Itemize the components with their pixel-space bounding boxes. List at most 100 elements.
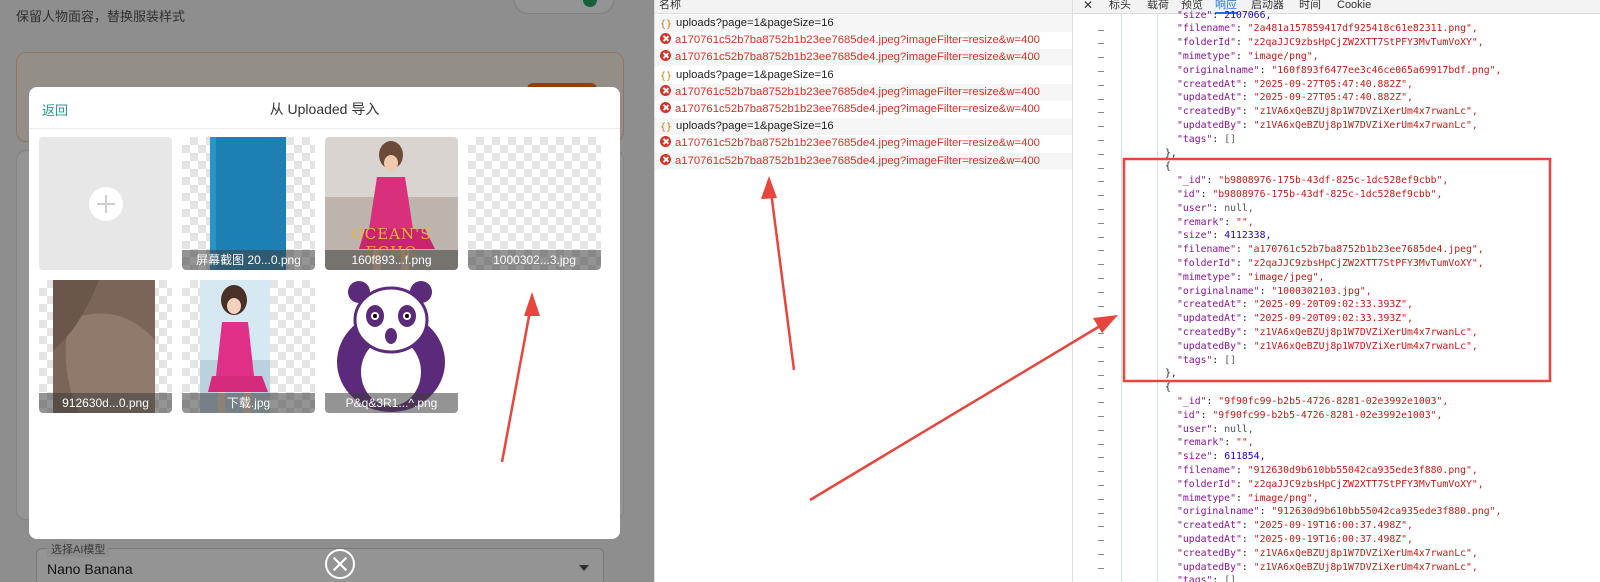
network-row-name: a170761c52b7ba8752b1b23ee7685de4.jpeg?im…: [675, 85, 1040, 98]
json-line: "updatedBy": "z1VA6xQeBZUj8p1W7DVZiXerUm…: [1177, 340, 1478, 352]
json-line: "createdBy": "z1VA6xQeBZUj8p1W7DVZiXerUm…: [1177, 106, 1478, 118]
json-line: "createdBy": "z1VA6xQeBZUj8p1W7DVZiXerUm…: [1177, 326, 1478, 338]
gutter-marker: [1098, 153, 1104, 155]
gutter-marker: [1098, 264, 1104, 266]
network-row-name: a170761c52b7ba8752b1b23ee7685de4.jpeg?im…: [675, 154, 1040, 167]
network-row-name: a170761c52b7ba8752b1b23ee7685de4.jpeg?im…: [675, 51, 1040, 64]
tab-cookie[interactable]: Cookie: [1337, 0, 1371, 11]
json-line: "_id": "9f90fc99-b2b5-4726-8281-02e3992e…: [1177, 395, 1449, 407]
thumbnail-caption: 屏幕截图 20...0.png: [182, 250, 315, 270]
thumbnail-caption: P&q&3R1...^.png: [325, 393, 458, 413]
close-modal-icon[interactable]: [325, 549, 355, 579]
app-pane: 保留人物面容，替换服装样式 选择AI模型 Nano Banana 从 Uploa…: [0, 0, 654, 582]
error-icon: [660, 50, 671, 62]
gutter-marker: [1098, 540, 1104, 542]
thumbnail-caption: 912630d...0.png: [39, 393, 172, 413]
network-row[interactable]: a170761c52b7ba8752b1b23ee7685de4.jpeg?im…: [655, 135, 1072, 152]
json-line: "originalname": "912630d9b610bb55042ca93…: [1177, 506, 1502, 518]
gutter-marker: [1098, 291, 1104, 293]
json-line: "folderId": "z2qaJJC9zbsHpCjZW2XTT7StPFY…: [1177, 257, 1484, 269]
gutter-marker: [1098, 222, 1104, 224]
tab-timing[interactable]: 时间: [1299, 0, 1321, 11]
gutter-marker: [1098, 415, 1104, 417]
json-line: "size": 4112338,: [1177, 230, 1272, 242]
gutter-marker: [1098, 70, 1104, 72]
json-line: "tags": []: [1177, 354, 1236, 366]
json-line: "mimetype": "image/jpeg",: [1177, 271, 1325, 283]
network-row-name: uploads?page=1&pageSize=16: [676, 120, 834, 133]
network-row-name: a170761c52b7ba8752b1b23ee7685de4.jpeg?im…: [675, 34, 1040, 47]
tab-headers[interactable]: 标头: [1109, 0, 1131, 11]
network-row[interactable]: {} uploads?page=1&pageSize=16: [655, 118, 1072, 136]
thumbnail-caption: 下载.jpg: [182, 393, 315, 413]
gutter-marker: [1098, 277, 1104, 279]
json-line: "createdAt": "2025-09-19T16:00:37.498Z",: [1177, 520, 1413, 532]
xhr-icon: {}: [660, 19, 673, 30]
json-line: "createdAt": "2025-09-20T09:02:33.393Z",: [1177, 299, 1413, 311]
gutter-marker: [1098, 429, 1104, 431]
gutter-marker: [1098, 512, 1104, 514]
gutter-marker: [1098, 471, 1104, 473]
gutter-marker: [1098, 553, 1104, 555]
modal-header: 从 Uploaded 导入 返回: [29, 87, 620, 129]
network-row[interactable]: a170761c52b7ba8752b1b23ee7685de4.jpeg?im…: [655, 49, 1072, 67]
json-line: "filename": "a170761c52b7ba8752b1b23ee76…: [1177, 244, 1484, 256]
back-button[interactable]: 返回: [42, 100, 68, 119]
gutter-marker: [1098, 360, 1104, 362]
thumbnail-item[interactable]: 下载.jpg: [182, 280, 315, 413]
json-line: "tags": []: [1177, 133, 1236, 145]
error-icon: [660, 84, 671, 96]
close-icon[interactable]: ✕: [1083, 0, 1093, 11]
network-row[interactable]: a170761c52b7ba8752b1b23ee7685de4.jpeg?im…: [655, 32, 1072, 49]
json-line: "originalname": "160f893f6477ee3c46ce065…: [1177, 64, 1502, 76]
json-line: },: [1165, 147, 1177, 159]
json-line: "updatedBy": "z1VA6xQeBZUj8p1W7DVZiXerUm…: [1177, 119, 1478, 131]
gutter-marker: [1098, 139, 1104, 141]
plus-icon: [88, 186, 123, 221]
json-line: "updatedBy": "z1VA6xQeBZUj8p1W7DVZiXerUm…: [1177, 561, 1478, 573]
gutter-marker: [1098, 498, 1104, 500]
thumbnail-item[interactable]: P&q&3R1...^.png: [325, 280, 458, 413]
gutter-marker: [1098, 98, 1104, 100]
json-line: "filename": "912630d9b610bb55042ca935ede…: [1177, 464, 1478, 476]
gutter-marker: [1098, 57, 1104, 59]
json-line: "id": "b9808976-175b-43df-825c-1dc528ef9…: [1177, 188, 1443, 200]
json-line: "folderId": "z2qaJJC9zbsHpCjZW2XTT7StPFY…: [1177, 478, 1484, 490]
gutter-marker: [1098, 484, 1104, 486]
thumbnail-item[interactable]: 1000302...3.jpg: [468, 137, 601, 270]
json-line: "filename": "2a481a157859417df925418c61e…: [1177, 23, 1478, 35]
network-row[interactable]: a170761c52b7ba8752b1b23ee7685de4.jpeg?im…: [655, 152, 1072, 170]
json-line: "id": "9f90fc99-b2b5-4726-8281-02e3992e1…: [1177, 409, 1443, 421]
network-row-name: a170761c52b7ba8752b1b23ee7685de4.jpeg?im…: [675, 103, 1040, 115]
network-row[interactable]: {} uploads?page=1&pageSize=16: [655, 67, 1072, 84]
gutter-marker: [1098, 443, 1104, 445]
error-icon: [660, 102, 671, 113]
gutter-marker: [1098, 374, 1104, 376]
xhr-icon: {}: [660, 70, 673, 82]
gutter-marker: [1098, 126, 1104, 128]
network-row[interactable]: {} uploads?page=1&pageSize=16: [655, 15, 1072, 32]
gutter-marker: [1098, 167, 1104, 169]
thumbnail-item[interactable]: 912630d...0.png: [39, 280, 172, 413]
json-line: "remark": "",: [1177, 216, 1254, 228]
gutter-marker: [1098, 402, 1104, 404]
thumbnail-item[interactable]: OCEAN'S ECHO 160f893...f.png: [325, 137, 458, 270]
json-line: "size": 611854,: [1177, 451, 1266, 463]
error-icon: [660, 33, 671, 45]
network-request-list: 名称 {} uploads?page=1&pageSize=16 a170761c5…: [654, 0, 1072, 582]
network-row[interactable]: a170761c52b7ba8752b1b23ee7685de4.jpeg?im…: [655, 101, 1072, 118]
network-row-name: a170761c52b7ba8752b1b23ee7685de4.jpeg?im…: [675, 137, 1040, 150]
devtools-tab-bar: ✕ 标头 载荷 预览 响应 启动器 时间 Cookie: [1073, 0, 1600, 14]
tab-payload[interactable]: 载荷: [1147, 0, 1169, 11]
gutter-marker: [1098, 43, 1104, 45]
indent-guide: [1121, 14, 1122, 582]
thumbnail-item[interactable]: 屏幕截图 20...0.png: [182, 137, 315, 270]
json-line: "folderId": "z2qaJJC9zbsHpCjZW2XTT7StPFY…: [1177, 37, 1484, 49]
xhr-icon: {}: [660, 122, 673, 134]
add-upload-tile[interactable]: [39, 137, 172, 270]
gutter-marker: [1098, 208, 1104, 210]
json-line: {: [1165, 382, 1171, 394]
network-row[interactable]: a170761c52b7ba8752b1b23ee7685de4.jpeg?im…: [655, 83, 1072, 101]
gutter-marker: [1098, 250, 1104, 252]
gutter-marker: [1098, 457, 1104, 459]
